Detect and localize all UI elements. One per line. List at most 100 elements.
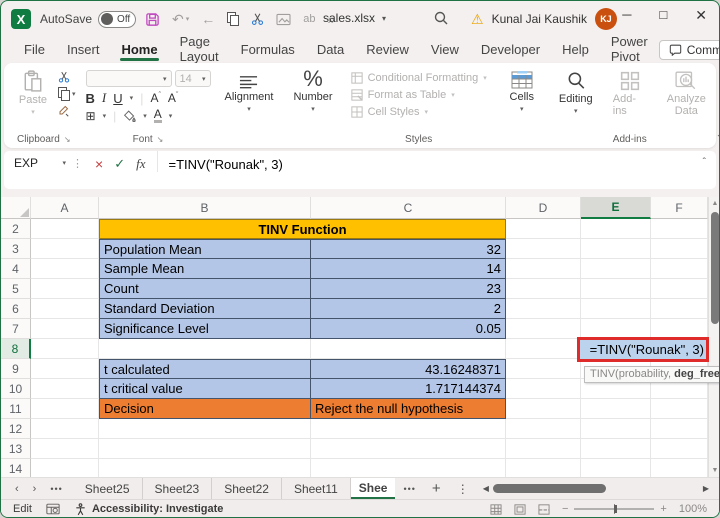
excel-logo-icon[interactable]: X (11, 9, 31, 29)
more-sheets-icon[interactable]: ••• (395, 478, 423, 499)
analyze-data-button[interactable]: Analyze Data (661, 67, 712, 120)
cell-a13[interactable] (31, 439, 99, 459)
comments-button[interactable]: Comments (659, 40, 720, 60)
cut-button[interactable] (58, 71, 76, 83)
cell-b5-label[interactable]: Count (99, 279, 311, 299)
formula-input[interactable]: =TINV("Rounak", 3) (158, 151, 282, 172)
cell-c13[interactable] (311, 439, 506, 459)
macro-record-icon[interactable] (46, 503, 60, 515)
tab-help[interactable]: Help (551, 39, 600, 62)
enter-icon[interactable]: ✓ (114, 156, 125, 172)
cell-f6[interactable] (651, 299, 708, 319)
cell-b2-title[interactable]: TINV Function (99, 219, 506, 239)
editing-button[interactable]: Editing ▾ (553, 67, 599, 118)
new-sheet-button[interactable]: + (424, 478, 449, 499)
cell-e3[interactable] (581, 239, 651, 259)
cell-a5[interactable] (31, 279, 99, 299)
cell-d11[interactable] (506, 399, 581, 419)
undo-icon[interactable]: ↶▾ (172, 11, 189, 28)
cell-f14[interactable] (651, 459, 708, 477)
cell-b7-label[interactable]: Significance Level (99, 319, 311, 339)
chevron-down-icon[interactable]: ▾ (143, 112, 147, 120)
minimize-button[interactable]: ─ (622, 7, 631, 24)
increase-font-button[interactable]: Aˆ (151, 91, 161, 105)
name-box-splitter[interactable]: ⋮ (72, 151, 83, 170)
sheet-options-icon[interactable]: ⋮ (449, 478, 477, 499)
cell-b11-label[interactable]: Decision (99, 399, 311, 419)
addins-button[interactable]: Add-ins (607, 67, 653, 120)
cell-c4-value[interactable]: 14 (311, 259, 506, 279)
cell-d7[interactable] (506, 319, 581, 339)
cell-e6[interactable] (581, 299, 651, 319)
cell-d2[interactable] (506, 219, 581, 239)
tab-home[interactable]: Home (110, 39, 168, 62)
col-header-f[interactable]: F (651, 197, 708, 219)
cell-d6[interactable] (506, 299, 581, 319)
select-all-corner[interactable] (1, 197, 31, 219)
cell-d10[interactable] (506, 379, 581, 399)
row-header-5[interactable]: 5 (1, 279, 31, 299)
vertical-scrollbar[interactable]: ▲ ▼ (708, 197, 720, 477)
cell-b14[interactable] (99, 459, 311, 477)
dialog-launcher-icon[interactable]: ↘ (157, 135, 164, 144)
cell-a14[interactable] (31, 459, 99, 477)
cell-e5[interactable] (581, 279, 651, 299)
font-size-combo[interactable]: 14▾ (175, 70, 211, 87)
fill-color-button[interactable] (123, 110, 136, 122)
cell-a11[interactable] (31, 399, 99, 419)
cell-styles-button[interactable]: Cell Styles ▾ (351, 106, 487, 118)
cell-c3-value[interactable]: 32 (311, 239, 506, 259)
cell-d9[interactable] (506, 359, 581, 379)
cell-e2[interactable] (581, 219, 651, 239)
cells-button[interactable]: Cells ▾ (499, 67, 545, 116)
row-header-4[interactable]: 4 (1, 259, 31, 279)
scroll-down-icon[interactable]: ▼ (712, 464, 719, 477)
cell-e11[interactable] (581, 399, 651, 419)
scroll-right-icon[interactable]: ▶ (703, 484, 709, 493)
row-header-9[interactable]: 9 (1, 359, 31, 379)
cell-a4[interactable] (31, 259, 99, 279)
cancel-icon[interactable]: × (95, 156, 103, 172)
col-header-b[interactable]: B (99, 197, 311, 219)
cell-a7[interactable] (31, 319, 99, 339)
prev-sheet-icon[interactable]: ‹ (15, 483, 19, 495)
sheet-tab-sheet23[interactable]: Sheet23 (143, 478, 213, 499)
zoom-out-icon[interactable]: − (562, 503, 568, 515)
row-header-8-selected[interactable]: 8 (1, 339, 31, 359)
sheet-tab-active[interactable]: Shee (351, 478, 396, 499)
autosave-switch[interactable]: Off (98, 11, 136, 28)
cell-e13[interactable] (581, 439, 651, 459)
insert-function-icon[interactable]: fx (136, 156, 145, 172)
cell-d14[interactable] (506, 459, 581, 477)
paste-button[interactable]: Paste ▾ (10, 67, 56, 119)
zoom-level[interactable]: 100% (679, 503, 707, 515)
redo-icon[interactable]: ← (201, 11, 215, 27)
zoom-in-icon[interactable]: + (660, 503, 666, 515)
tab-file[interactable]: File (13, 39, 56, 62)
underline-button[interactable]: U (113, 91, 122, 106)
name-box[interactable]: EXP ▾ (4, 151, 72, 170)
zoom-slider[interactable]: − + (562, 503, 667, 515)
accessibility-status[interactable]: Accessibility: Investigate (92, 503, 223, 515)
row-header-13[interactable]: 13 (1, 439, 31, 459)
page-layout-view-icon[interactable] (514, 504, 526, 515)
row-header-11[interactable]: 11 (1, 399, 31, 419)
cell-b13[interactable] (99, 439, 311, 459)
italic-button[interactable]: I (102, 90, 106, 106)
col-header-a[interactable]: A (31, 197, 99, 219)
row-header-3[interactable]: 3 (1, 239, 31, 259)
sheet-tab-sheet25[interactable]: Sheet25 (73, 478, 143, 499)
cell-f5[interactable] (651, 279, 708, 299)
cell-c11-value[interactable]: Reject the null hypothesis (311, 399, 506, 419)
bold-button[interactable]: B (86, 91, 95, 106)
cell-f2[interactable] (651, 219, 708, 239)
cell-e14[interactable] (581, 459, 651, 477)
cell-a2[interactable] (31, 219, 99, 239)
find-replace-icon[interactable]: ab (303, 13, 315, 25)
chevron-down-icon[interactable]: ▾ (169, 112, 173, 120)
cell-b4-label[interactable]: Sample Mean (99, 259, 311, 279)
autosave-toggle[interactable]: AutoSave Off (40, 11, 136, 28)
copy-button[interactable]: ▾ (58, 87, 76, 101)
cell-e7[interactable] (581, 319, 651, 339)
cell-e4[interactable] (581, 259, 651, 279)
